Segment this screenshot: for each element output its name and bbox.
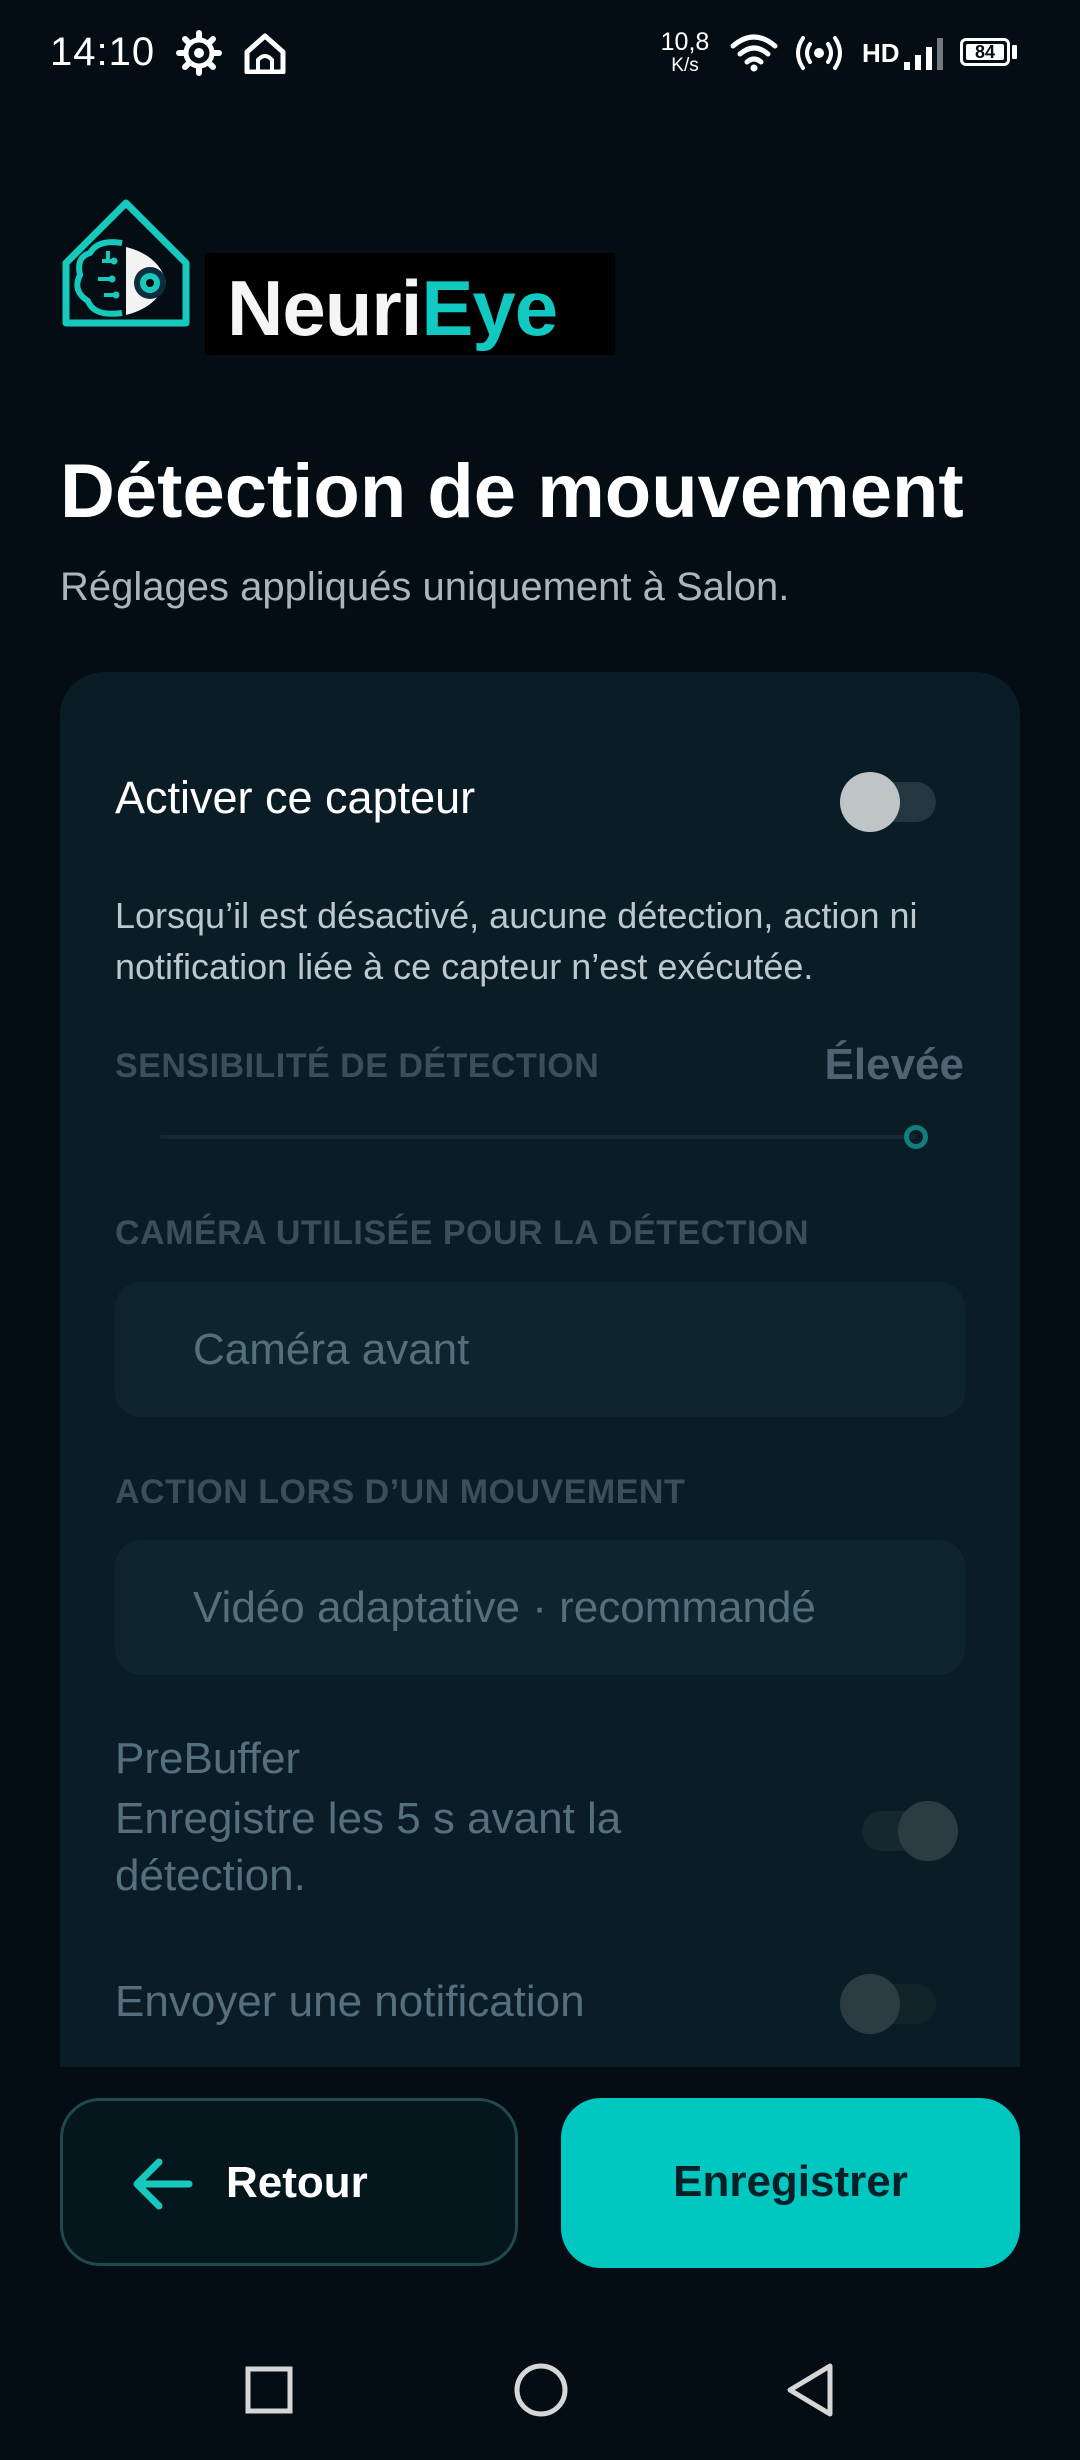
action-select[interactable]: Vidéo adaptative · recommandé [115,1540,965,1675]
sensitivity-slider[interactable] [160,1135,916,1139]
status-time: 14:10 [50,30,156,74]
hd-indicator: HD [862,38,900,68]
toggle-knob [840,772,900,832]
home-nav-icon[interactable] [513,2362,569,2418]
camera-select[interactable]: Caméra avant [115,1282,965,1417]
notification-label: Envoyer une notification [115,1977,585,2026]
signal-icon [904,38,943,70]
enable-sensor-description: Lorsqu’il est désactivé, aucune détectio… [115,895,918,987]
neurieye-logo-icon [62,199,190,327]
battery-icon: 84 [960,38,1010,66]
prebuffer-description: Enregistre les 5 s avant la détection. [115,1794,622,1900]
sensitivity-slider-thumb[interactable] [904,1125,928,1149]
action-header: ACTION LORS D’UN MOUVEMENT [115,1473,686,1511]
settings-card: Activer ce capteur Lorsqu’il est désacti… [60,672,1020,2067]
prebuffer-toggle[interactable] [862,1801,958,1861]
toggle-knob [898,1801,958,1861]
save-button[interactable]: Enregistrer [561,2098,1020,2268]
save-button-label: Enregistrer [673,2157,908,2206]
page-title: Détection de mouvement [60,449,964,534]
home-icon [244,33,286,74]
recent-apps-icon[interactable] [243,2364,295,2416]
back-nav-icon[interactable] [784,2362,838,2418]
toggle-knob [840,1974,900,2034]
sensitivity-value: Élevée [824,1040,964,1089]
back-button[interactable]: Retour [60,2098,518,2266]
system-navigation-bar [0,2330,1080,2460]
page-subtitle: Réglages appliqués uniquement à Salon. [60,565,790,609]
battery-tip [1012,45,1017,59]
back-button-label: Retour [226,2158,368,2207]
network-speed-unit: K/s [671,55,699,76]
settings-gear-icon [176,30,222,76]
brand-wordmark: NeuriEye [205,253,615,355]
camera-header: CAMÉRA UTILISÉE POUR LA DÉTECTION [115,1214,809,1252]
battery-level: 84 [966,43,1004,61]
action-select-value: Vidéo adaptative · recommandé [193,1583,816,1632]
notification-toggle[interactable] [840,1974,936,2034]
brand-part-neuri: Neuri [227,264,422,352]
camera-select-value: Caméra avant [193,1325,470,1374]
sensitivity-header: SENSIBILITÉ DE DÉTECTION [115,1047,600,1085]
hotspot-icon [796,36,842,70]
brand-part-eye: Eye [421,264,558,352]
prebuffer-title: PreBuffer [115,1734,301,1783]
enable-sensor-label: Activer ce capteur [115,772,476,823]
back-arrow-icon [133,2158,193,2210]
network-speed-value: 10,8 [660,28,710,56]
enable-sensor-toggle[interactable] [840,772,936,832]
wifi-icon [730,34,778,72]
network-speed: 10,8 K/s [655,30,715,78]
status-bar: 14:10 10,8 K/s HD 84 [0,0,1080,110]
